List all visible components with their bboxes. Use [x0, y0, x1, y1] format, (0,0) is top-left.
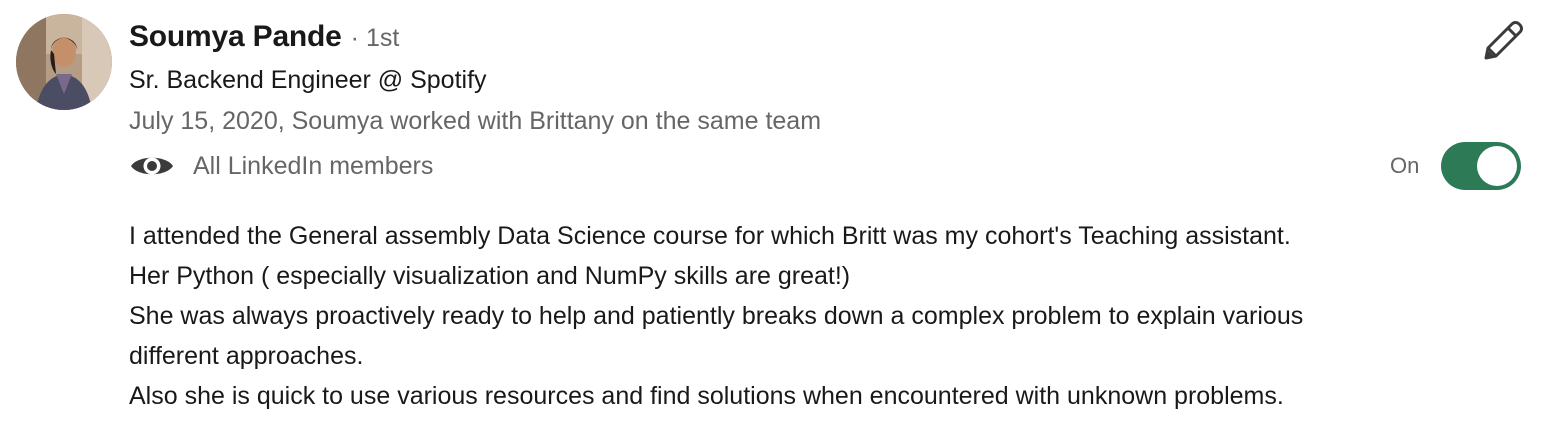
connection-degree: · 1st: [350, 24, 400, 52]
edit-button[interactable]: [1480, 16, 1528, 64]
avatar[interactable]: [16, 14, 112, 110]
recommendation-line: different approaches.: [129, 342, 364, 370]
recommender-headline: Sr. Backend Engineer @ Spotify: [129, 66, 487, 94]
visibility-toggle[interactable]: [1441, 142, 1522, 190]
eye-icon: [131, 157, 173, 175]
profile-photo: [16, 14, 112, 110]
pencil-icon: [1484, 21, 1523, 60]
recommendation-meta: July 15, 2020, Soumya worked with Britta…: [129, 107, 822, 135]
recommendation-line: Her Python ( especially visualization an…: [129, 262, 851, 290]
visibility-setting: All LinkedIn members: [129, 146, 433, 186]
recommendation-line: Also she is quick to use various resourc…: [129, 382, 1284, 410]
visibility-toggle-group: On: [1390, 141, 1522, 191]
recommendation-line: I attended the General assembly Data Sci…: [129, 222, 1291, 250]
recommendation-text: I attended the General assembly Data Sci…: [129, 216, 1524, 416]
visibility-label: All LinkedIn members: [193, 151, 434, 180]
toggle-knob: [1477, 146, 1518, 186]
toggle-state-label: On: [1390, 153, 1420, 178]
recommender-header: Soumya Pande · 1st: [129, 20, 399, 60]
recommender-name[interactable]: Soumya Pande: [129, 20, 342, 54]
recommendation-line: She was always proactively ready to help…: [129, 302, 1304, 330]
